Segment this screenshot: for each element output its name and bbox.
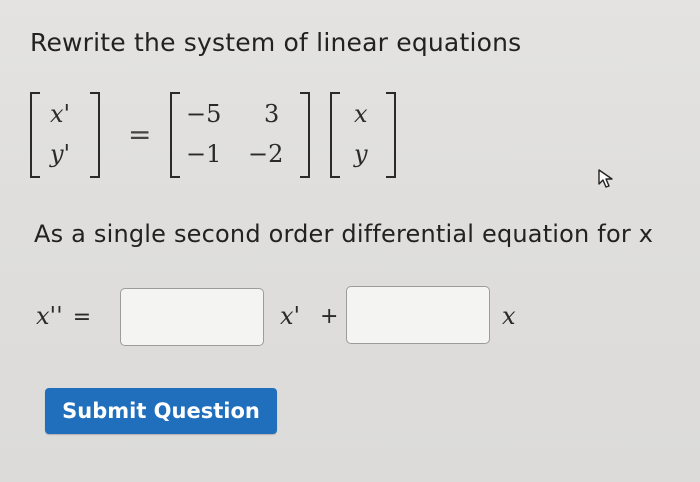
lhs-vector-right-bracket [90, 92, 100, 178]
rhs-vector-entry-2: y [354, 140, 368, 168]
coefficient-2-variable: x [502, 302, 516, 330]
answer-lhs-variable: x'' [36, 302, 63, 330]
matrix-right-bracket [300, 92, 310, 178]
matrix-entry-2-2: −2 [248, 140, 284, 168]
rhs-vector-left-bracket [330, 92, 340, 178]
matrix-entry-2-1: −1 [186, 140, 222, 168]
plus-sign: + [320, 304, 339, 329]
matrix-entry-1-1: −5 [186, 100, 222, 128]
question-panel: Rewrite the system of linear equations x… [0, 0, 700, 482]
answer-equals-sign: = [72, 305, 92, 330]
lhs-vector-entry-2: y' [50, 140, 71, 168]
coefficient-input-1[interactable] [120, 288, 264, 346]
equals-sign: = [128, 118, 152, 151]
linear-system: x' y' = −5 3 −1 −2 x y [30, 92, 410, 182]
submit-question-button[interactable]: Submit Question [45, 388, 277, 434]
question-prompt: Rewrite the system of linear equations [30, 28, 522, 57]
rhs-vector-right-bracket [386, 92, 396, 178]
matrix-left-bracket [170, 92, 180, 178]
answer-equation: x'' = x' + x [36, 284, 556, 348]
lhs-vector-left-bracket [30, 92, 40, 178]
mouse-pointer-icon [596, 168, 620, 194]
coefficient-input-2[interactable] [346, 286, 490, 344]
rhs-vector-entry-1: x [354, 100, 368, 128]
question-subprompt: As a single second order differential eq… [34, 220, 654, 248]
matrix-entry-1-2: 3 [264, 100, 280, 128]
coefficient-1-variable: x' [280, 302, 301, 330]
answer-lhs: x'' = [36, 302, 91, 330]
lhs-vector-entry-1: x' [50, 100, 71, 128]
